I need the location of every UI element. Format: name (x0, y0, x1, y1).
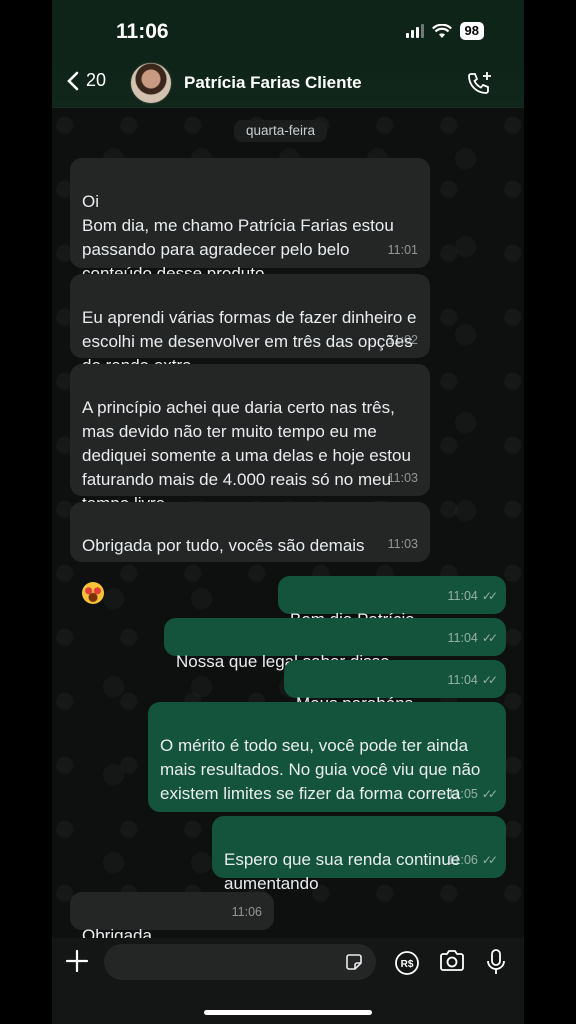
timestamp: 11:05 (447, 787, 478, 801)
timestamp: 11:03 (387, 537, 418, 551)
message-bubble[interactable]: Obrigada por tudo, vocês são demais 11:0… (70, 502, 430, 604)
status-bar: 11:06 98 (52, 0, 524, 60)
read-receipt-icon: ✓✓ (481, 673, 498, 687)
message-text: Obrigada por tudo, vocês são demais (82, 536, 365, 555)
timestamp: 11:04 (447, 673, 478, 687)
status-time: 11:06 (116, 20, 169, 43)
read-receipt-icon: ✓✓ (481, 853, 498, 867)
message-bubble[interactable]: Espero que sua renda continue aumentando… (212, 816, 506, 917)
phone-screen: 11:06 98 20 Patrícia Farias Cliente quar… (52, 0, 524, 1024)
day-separator: quarta-feira (234, 120, 328, 142)
wifi-icon (431, 23, 452, 38)
avatar[interactable] (130, 62, 172, 104)
message-list[interactable]: quarta-feira Oi Bom dia, me chamo Patríc… (52, 106, 524, 970)
message-time: 11:01 (388, 238, 418, 262)
chat-header: 20 Patrícia Farias Cliente (52, 60, 524, 108)
timestamp: 11:06 (231, 905, 262, 919)
message-time: 11:03 (388, 466, 418, 490)
message-input[interactable] (104, 944, 376, 980)
message-text: O mérito é todo seu, você pode ter ainda… (160, 736, 481, 803)
message-text: A princípio achei que daria certo nas tr… (82, 398, 411, 513)
heart-eyes-emoji-icon (82, 582, 104, 604)
timestamp: 11:02 (387, 333, 418, 347)
message-time: 11:05 ✓✓ (447, 782, 499, 806)
read-receipt-icon: ✓✓ (481, 787, 498, 801)
message-time: 11:04 ✓✓ (447, 668, 499, 692)
signal-icon (405, 24, 424, 38)
unread-count: 20 (86, 70, 107, 90)
timestamp: 11:01 (387, 243, 418, 257)
chevron-left-icon (67, 71, 79, 90)
battery-indicator: 98 (459, 22, 484, 40)
message-bubble[interactable]: Eu aprendi várias formas de fazer dinhei… (70, 274, 430, 375)
message-time: 11:04 ✓✓ (447, 584, 499, 608)
message-time: 11:04 ✓✓ (447, 626, 499, 650)
timestamp: 11:06 (447, 853, 478, 867)
phone-add-icon[interactable] (466, 70, 494, 98)
svg-text:R$: R$ (401, 959, 414, 970)
contact-name[interactable]: Patrícia Farias Cliente (184, 73, 362, 93)
timestamp: 11:04 (447, 589, 478, 603)
read-receipt-icon: ✓✓ (481, 589, 498, 603)
timestamp: 11:04 (447, 631, 478, 645)
message-time: 11:06 ✓✓ (447, 848, 499, 872)
message-bubble[interactable]: A princípio achei que daria certo nas tr… (70, 364, 430, 513)
message-bubble[interactable]: Nossa que legal saber disso 11:04 ✓✓ (164, 618, 506, 671)
message-bubble[interactable]: Obrigada 11:06 (70, 892, 274, 970)
message-text: Espero que sua renda continue aumentando (224, 850, 461, 893)
message-bubble[interactable]: Bom dia Patrícia 11:04✓✓ (278, 576, 506, 629)
message-time: 11:06 (232, 900, 262, 924)
home-indicator[interactable] (204, 1010, 372, 1015)
camera-icon[interactable] (438, 949, 466, 973)
plus-icon[interactable] (64, 948, 90, 974)
microphone-icon[interactable] (486, 948, 506, 976)
message-time: 11:03 (388, 532, 418, 556)
timestamp: 11:03 (387, 471, 418, 485)
read-receipt-icon: ✓✓ (481, 631, 498, 645)
payment-icon[interactable]: R$ (394, 950, 420, 976)
composer-bar: R$ (52, 938, 524, 1024)
message-bubble[interactable]: Oi Bom dia, me chamo Patrícia Farias est… (70, 158, 430, 283)
message-bubble[interactable]: O mérito é todo seu, você pode ter ainda… (148, 702, 506, 812)
back-button[interactable]: 20 (66, 70, 106, 91)
message-bubble[interactable]: Meus parabéns 11:04✓✓ (284, 660, 506, 713)
message-text: Oi Bom dia, me chamo Patrícia Farias est… (82, 192, 394, 283)
sticker-icon[interactable] (344, 952, 364, 972)
message-time: 11:02 (388, 328, 418, 352)
status-icons: 98 (405, 22, 484, 40)
